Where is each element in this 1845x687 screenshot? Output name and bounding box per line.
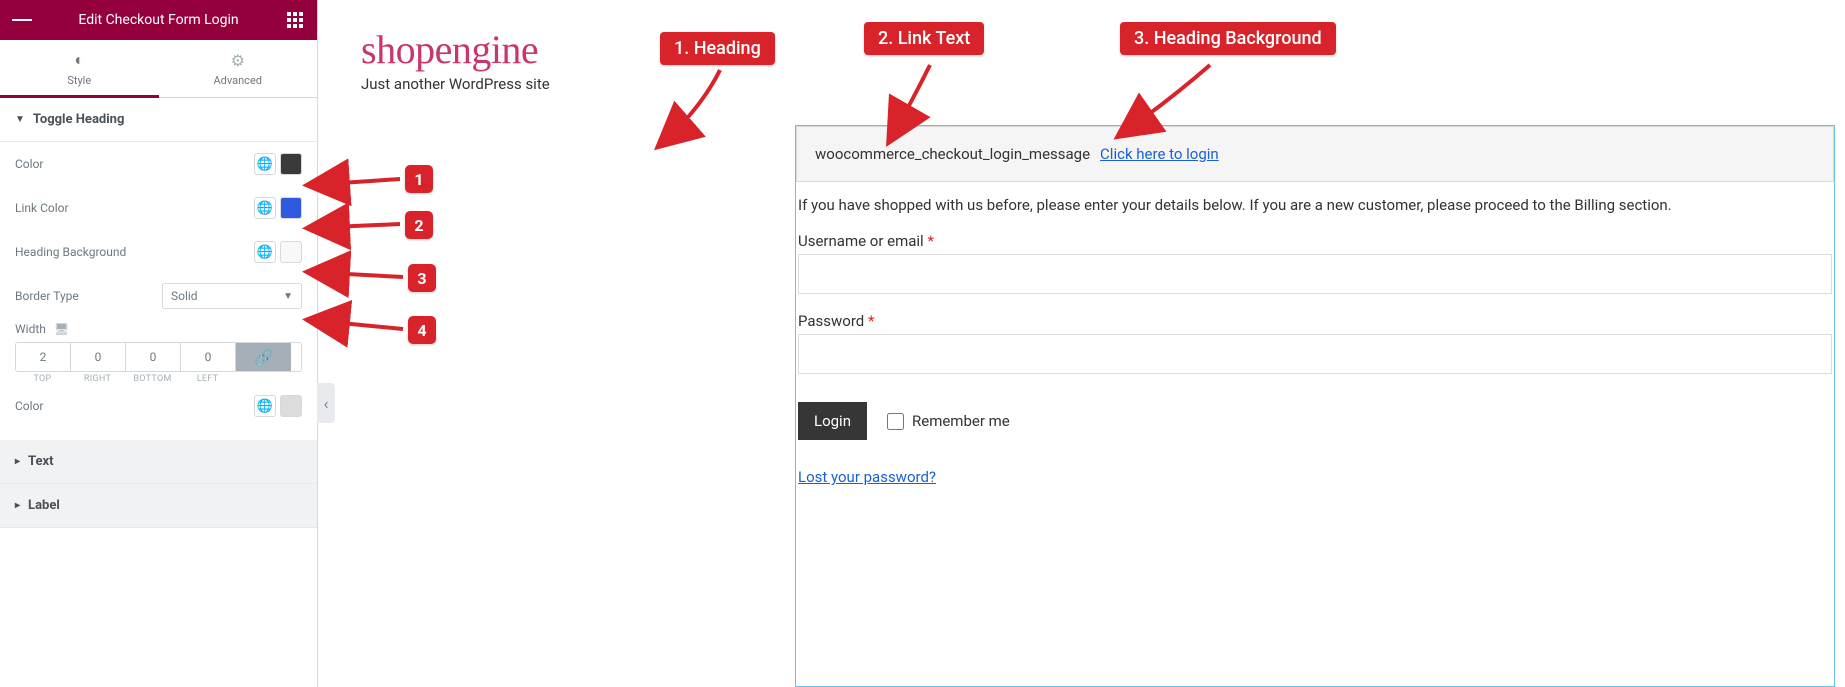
control-label: Width [15, 322, 46, 336]
control-width: Width 🖥 🔗 TOP RIGHT BOTTOM LEFT [15, 318, 302, 384]
section-title: Toggle Heading [33, 112, 124, 127]
width-left-input[interactable] [181, 343, 236, 371]
lost-password-link[interactable]: Lost your password? [798, 468, 936, 486]
remember-label: Remember me [912, 412, 1010, 430]
preview-area: shopengine Just another WordPress site w… [317, 0, 1845, 687]
label-text: Username or email [798, 232, 924, 250]
panel-tabs: ◐ Style ⚙ Advanced [0, 40, 317, 98]
control-label: Color [15, 157, 254, 171]
chevron-right-icon: ▸ [15, 456, 20, 467]
width-top-input[interactable] [16, 343, 71, 371]
control-label: Heading Background [15, 245, 254, 259]
panel-title: Edit Checkout Form Login [32, 12, 285, 28]
site-brand: shopengine Just another WordPress site [361, 26, 1845, 93]
control-border-type: Border Type Solid ▼ [15, 274, 302, 318]
control-heading-background: Heading Background 🌐 [15, 230, 302, 274]
login-toggle-link[interactable]: Click here to login [1100, 145, 1219, 163]
checkout-login-form: woocommerce_checkout_login_message Click… [795, 125, 1835, 687]
section-label[interactable]: ▸ Label [0, 484, 317, 528]
login-button[interactable]: Login [798, 402, 867, 440]
width-right-input[interactable] [71, 343, 126, 371]
chevron-right-icon: ▸ [15, 500, 20, 511]
globe-icon[interactable]: 🌐 [254, 241, 276, 263]
width-sublabels: TOP RIGHT BOTTOM LEFT [15, 374, 302, 384]
editor-panel: Edit Checkout Form Login ◐ Style ⚙ Advan… [0, 0, 317, 687]
color-swatch[interactable] [280, 197, 302, 219]
field-label: Username or email * [798, 232, 1832, 250]
chevron-down-icon: ▼ [283, 291, 293, 302]
color-swatch[interactable] [280, 395, 302, 417]
required-asterisk: * [868, 312, 874, 330]
sublabel: RIGHT [70, 374, 125, 384]
select-value: Solid [171, 289, 198, 303]
tab-style[interactable]: ◐ Style [0, 40, 159, 97]
field-username: Username or email * [798, 232, 1832, 294]
width-dimensions: 🔗 [15, 342, 302, 372]
border-type-select[interactable]: Solid ▼ [162, 283, 302, 309]
login-intro-text: If you have shopped with us before, plea… [798, 182, 1832, 214]
remember-me[interactable]: Remember me [887, 412, 1010, 430]
sublabel: TOP [15, 374, 70, 384]
required-asterisk: * [927, 232, 933, 250]
color-swatch[interactable] [280, 153, 302, 175]
control-color: Color 🌐 [15, 142, 302, 186]
chevron-down-icon: ▼ [15, 114, 25, 125]
section-toggle-heading[interactable]: ▼ Toggle Heading [0, 98, 317, 142]
login-actions: Login Remember me [798, 402, 1832, 440]
site-tagline: Just another WordPress site [361, 75, 1845, 93]
apps-icon[interactable] [285, 10, 305, 30]
link-values-toggle[interactable]: 🔗 [236, 343, 291, 371]
remember-checkbox[interactable] [887, 413, 904, 430]
width-bottom-input[interactable] [126, 343, 181, 371]
label-text: Password [798, 312, 864, 330]
sublabel: BOTTOM [125, 374, 180, 384]
sublabel: LEFT [180, 374, 235, 384]
globe-icon[interactable]: 🌐 [254, 153, 276, 175]
desktop-icon[interactable]: 🖥 [54, 322, 69, 336]
tab-label: Style [67, 74, 91, 87]
field-password: Password * [798, 312, 1832, 374]
menu-icon[interactable] [12, 10, 32, 30]
globe-icon[interactable]: 🌐 [254, 395, 276, 417]
field-label: Password * [798, 312, 1832, 330]
style-icon: ◐ [74, 50, 84, 70]
tab-label: Advanced [214, 74, 262, 87]
color-swatch[interactable] [280, 241, 302, 263]
login-toggle-heading: woocommerce_checkout_login_message Click… [796, 126, 1834, 182]
section-body-toggle-heading: Color 🌐 Link Color 🌐 Heading Background … [0, 142, 317, 428]
control-link-color: Link Color 🌐 [15, 186, 302, 230]
login-message-text: woocommerce_checkout_login_message [815, 145, 1090, 163]
control-border-color: Color 🌐 [15, 384, 302, 428]
username-input[interactable] [798, 254, 1832, 294]
section-title: Text [28, 454, 54, 469]
password-input[interactable] [798, 334, 1832, 374]
control-label: Color [15, 399, 254, 413]
tab-advanced[interactable]: ⚙ Advanced [159, 40, 318, 97]
gear-icon: ⚙ [231, 51, 245, 70]
control-label: Link Color [15, 201, 254, 215]
globe-icon[interactable]: 🌐 [254, 197, 276, 219]
section-text[interactable]: ▸ Text [0, 440, 317, 484]
site-title: shopengine [361, 26, 1845, 73]
control-label: Border Type [15, 289, 162, 303]
panel-header: Edit Checkout Form Login [0, 0, 317, 40]
section-title: Label [28, 498, 60, 513]
